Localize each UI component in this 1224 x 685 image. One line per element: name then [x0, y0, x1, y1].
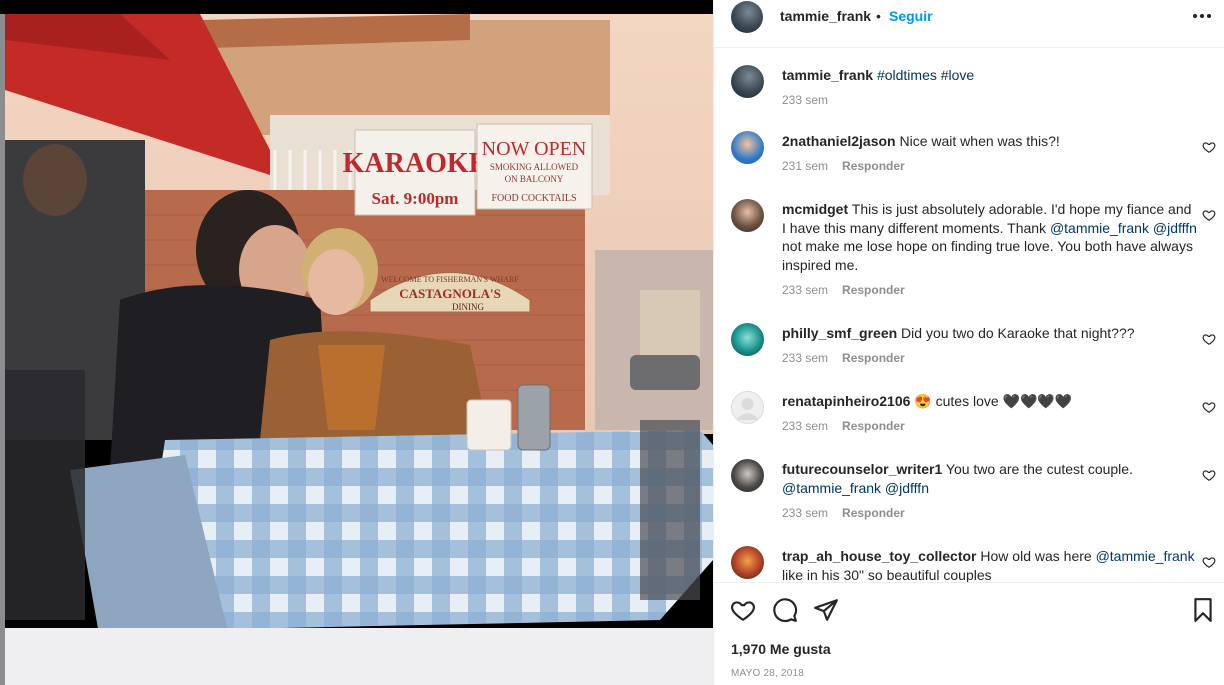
- comments-list[interactable]: tammie_frank #oldtimes #love 233 sem 2na…: [714, 49, 1224, 582]
- comment-text: 2nathaniel2jason Nice wait when was this…: [782, 132, 1197, 151]
- comment-time[interactable]: 233 sem: [782, 506, 828, 520]
- reply-button[interactable]: Responder: [842, 351, 905, 365]
- comment-time[interactable]: 233 sem: [782, 351, 828, 365]
- post-header: tammie_frank • Seguir: [714, 0, 1224, 48]
- like-heart-icon[interactable]: [1202, 400, 1216, 414]
- balcony-text: ON BALCONY: [505, 174, 564, 184]
- likes-count[interactable]: 1,970 Me gusta: [731, 641, 831, 657]
- comment-text: renatapinheiro2106 😍 cutes love 🖤🖤🖤🖤: [782, 392, 1197, 411]
- now-open-text: NOW OPEN: [482, 138, 587, 160]
- follow-button[interactable]: Seguir: [889, 8, 933, 24]
- author-avatar[interactable]: [731, 1, 763, 33]
- user-silhouette-icon: [736, 398, 759, 420]
- caption-time[interactable]: 233 sem: [782, 93, 828, 107]
- like-heart-icon[interactable]: [1202, 332, 1216, 346]
- comment-body: 😍 cutes love 🖤🖤🖤🖤: [914, 393, 1073, 409]
- comment-body: like in his 30" so beautiful couples: [782, 566, 992, 583]
- caption-meta: 233 sem: [782, 93, 828, 107]
- post-date[interactable]: MAYO 28, 2018: [731, 668, 804, 679]
- comment-username[interactable]: 2nathaniel2jason: [782, 133, 896, 149]
- like-heart-icon[interactable]: [1202, 468, 1216, 482]
- comment-time[interactable]: 231 sem: [782, 159, 828, 173]
- reply-button[interactable]: Responder: [842, 506, 905, 520]
- like-heart-icon[interactable]: [730, 597, 756, 623]
- like-heart-icon[interactable]: [1202, 555, 1216, 569]
- comment-avatar[interactable]: [731, 323, 764, 356]
- comment-body: Did you two do Karaoke that night???: [901, 325, 1135, 341]
- post-photo[interactable]: KARAOKE Sat. 9:00pm NOW OPEN SMOKING ALL…: [0, 0, 713, 685]
- comment-text: trap_ah_house_toy_collector How old was …: [782, 547, 1197, 582]
- mention-link[interactable]: @tammie_frank: [1096, 548, 1195, 564]
- comment-body: You two are the cutest couple.: [945, 461, 1133, 477]
- comment-username[interactable]: mcmidget: [782, 201, 848, 217]
- karaoke-sign-text: KARAOKE: [343, 148, 488, 179]
- comment-username[interactable]: renatapinheiro2106: [782, 393, 910, 409]
- comment-avatar[interactable]: [731, 131, 764, 164]
- comment-meta: 233 sem Responder: [782, 283, 905, 297]
- comment-meta: 233 sem Responder: [782, 351, 905, 365]
- author-username[interactable]: tammie_frank: [780, 8, 871, 24]
- reply-button[interactable]: Responder: [842, 283, 905, 297]
- mention-link[interactable]: @jdfffn: [1153, 220, 1197, 236]
- comment-time[interactable]: 233 sem: [782, 283, 828, 297]
- hashtag-love[interactable]: #love: [941, 67, 974, 83]
- caption-text: tammie_frank #oldtimes #love: [782, 66, 1197, 85]
- caption-username[interactable]: tammie_frank: [782, 67, 873, 83]
- comment-avatar[interactable]: [731, 459, 764, 492]
- reply-button[interactable]: Responder: [842, 419, 905, 433]
- mention-link[interactable]: @tammie_frank: [1050, 220, 1149, 236]
- castagnola-text: CASTAGNOLA'S: [399, 286, 501, 301]
- comment-text: philly_smf_green Did you two do Karaoke …: [782, 324, 1197, 343]
- comment-avatar[interactable]: [731, 199, 764, 232]
- caption-avatar[interactable]: [731, 65, 764, 98]
- bookmark-icon[interactable]: [1190, 597, 1216, 623]
- photo-illustration: KARAOKE Sat. 9:00pm NOW OPEN SMOKING ALL…: [0, 0, 713, 685]
- comment-meta: 233 sem Responder: [782, 419, 905, 433]
- comment-avatar[interactable]: [731, 546, 764, 579]
- like-heart-icon[interactable]: [1202, 208, 1216, 222]
- karaoke-time-text: Sat. 9:00pm: [372, 189, 459, 208]
- separator-dot: •: [876, 8, 881, 24]
- comment-meta: 233 sem Responder: [782, 506, 905, 520]
- comment-meta: 231 sem Responder: [782, 159, 905, 173]
- comment-username[interactable]: trap_ah_house_toy_collector: [782, 548, 977, 564]
- comment-username[interactable]: futurecounselor_writer1: [782, 461, 942, 477]
- comment-bubble-icon[interactable]: [772, 597, 798, 623]
- comment-body: Nice wait when was this?!: [899, 133, 1060, 149]
- comment-body: not make me lose hope on finding true lo…: [782, 238, 1193, 273]
- comment-text: mcmidget This is just absolutely adorabl…: [782, 200, 1197, 274]
- reply-button[interactable]: Responder: [842, 159, 905, 173]
- welcome-arch-text: WELCOME TO FISHERMAN'S WHARF: [381, 275, 519, 284]
- share-send-icon[interactable]: [813, 597, 839, 623]
- more-horizontal-icon[interactable]: [1190, 6, 1214, 26]
- default-avatar-icon[interactable]: [731, 391, 764, 424]
- mention-link[interactable]: @jdfffn: [885, 480, 929, 496]
- comment-body: How old was here: [980, 548, 1092, 564]
- comment-text: futurecounselor_writer1 You two are the …: [782, 460, 1197, 497]
- dining-text: DINING: [452, 302, 484, 312]
- comment-username[interactable]: philly_smf_green: [782, 325, 897, 341]
- post-side-panel: tammie_frank • Seguir tammie_frank #oldt…: [713, 0, 1224, 685]
- hashtag-oldtimes[interactable]: #oldtimes: [877, 67, 937, 83]
- comment-time[interactable]: 233 sem: [782, 419, 828, 433]
- mention-link[interactable]: @tammie_frank: [782, 480, 881, 496]
- food-text: FOOD COCKTAILS: [491, 193, 576, 204]
- smoking-text: SMOKING ALLOWED: [490, 162, 579, 172]
- like-heart-icon[interactable]: [1202, 140, 1216, 154]
- post-actions: 1,970 Me gusta MAYO 28, 2018: [714, 582, 1224, 685]
